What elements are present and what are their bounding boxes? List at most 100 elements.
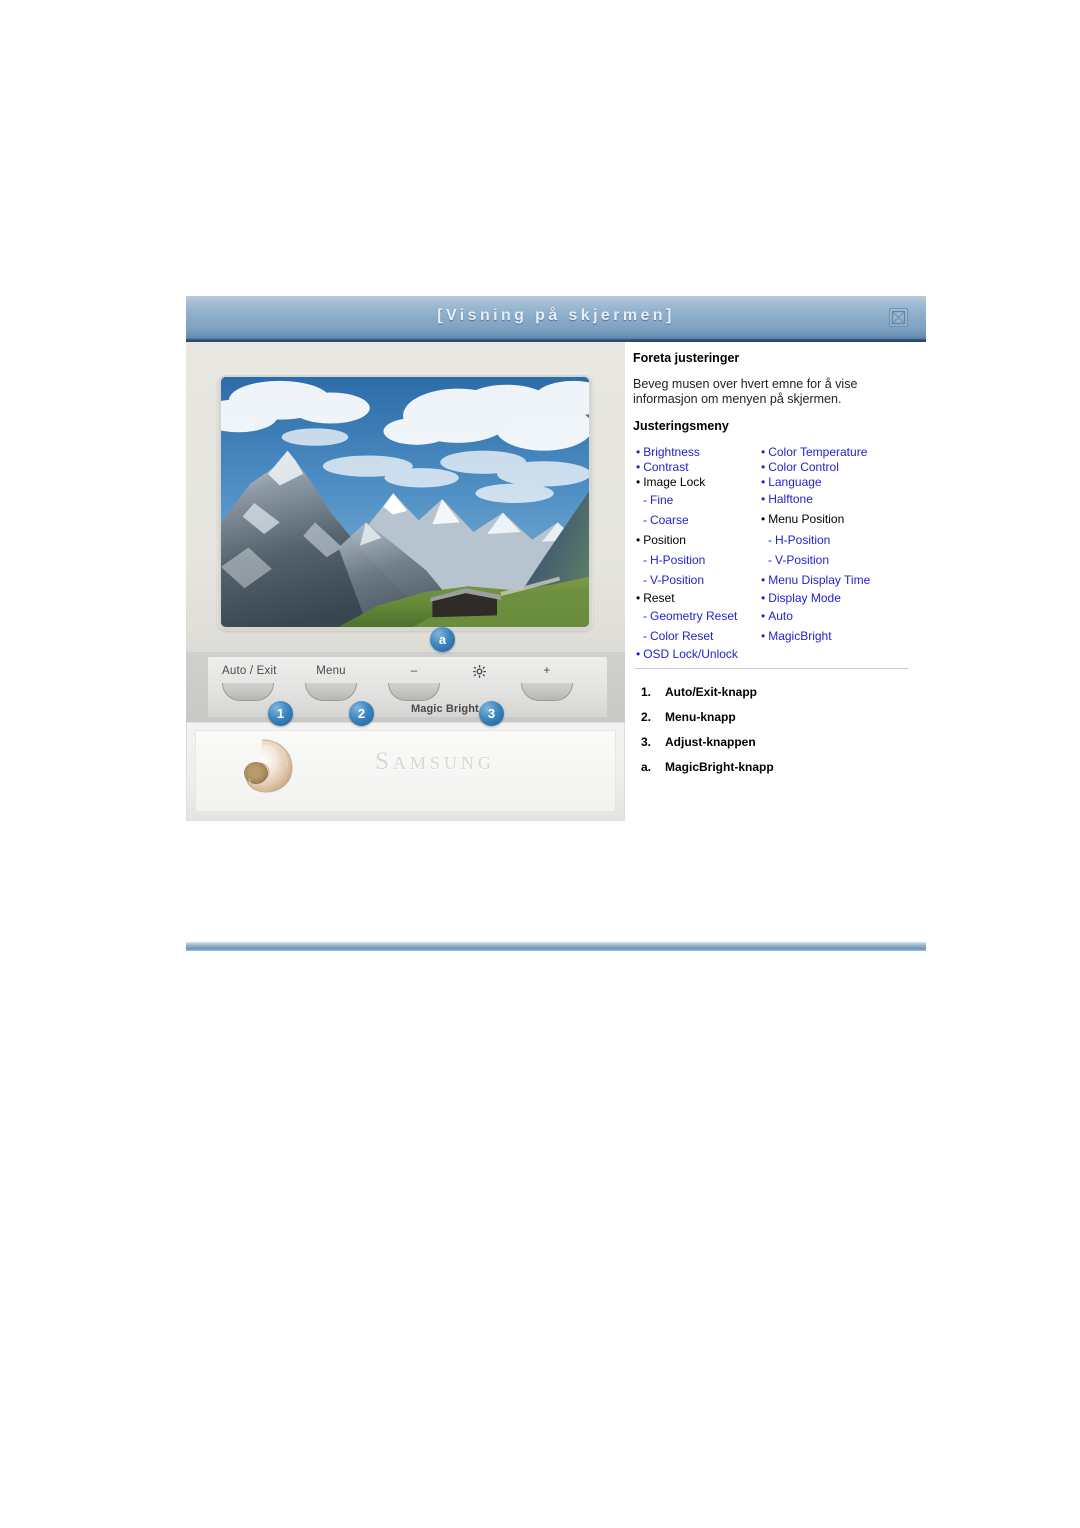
legend-number: 1.	[641, 685, 652, 699]
menu-item[interactable]: - V-Position	[761, 554, 829, 566]
menu-item-label: Position	[643, 533, 686, 547]
panel-subheading: Justeringsmeny	[633, 419, 729, 433]
dash-marker-icon: -	[643, 513, 647, 527]
menu-item-label[interactable]: Halftone	[768, 492, 813, 506]
menu-item-label[interactable]: Menu Display Time	[768, 573, 870, 587]
panel-divider	[635, 668, 908, 669]
legend-label: MagicBright-knapp	[665, 760, 774, 774]
menu-item-label[interactable]: Coarse	[650, 513, 689, 527]
menu-item-label[interactable]: H-Position	[775, 533, 830, 547]
bullet-marker-icon: •	[761, 573, 766, 587]
menu-label: Menu	[316, 665, 346, 677]
menu-item-label[interactable]: V-Position	[650, 573, 704, 587]
menu-item[interactable]: - H-Position	[636, 554, 705, 566]
menu-item[interactable]: - V-Position	[636, 574, 704, 586]
menu-item[interactable]: - H-Position	[761, 534, 830, 546]
menu-item[interactable]: • Halftone	[761, 493, 813, 505]
menu-item[interactable]: - Coarse	[636, 514, 689, 526]
menu-item[interactable]: • Menu Display Time	[761, 574, 870, 586]
menu-item[interactable]: • OSD Lock/Unlock	[636, 648, 738, 660]
legend-number: a.	[641, 760, 652, 774]
bullet-marker-icon: •	[761, 460, 766, 474]
menu-item[interactable]: • Display Mode	[761, 592, 841, 604]
bullet-marker-icon: •	[761, 512, 766, 526]
menu-item-label[interactable]: Color Temperature	[768, 445, 867, 459]
menu-item-label[interactable]: Color Reset	[650, 629, 713, 643]
bullet-marker-icon: •	[636, 647, 641, 661]
dash-marker-icon: -	[643, 493, 647, 507]
brand-wordmark: Samsung	[375, 748, 495, 775]
menu-item-label: Reset	[643, 591, 675, 605]
monitor-control-strip: Auto / Exit Menu – + Magic Bright a 1 2 …	[186, 627, 625, 726]
panel-heading: Foreta justeringer	[633, 351, 740, 365]
dash-marker-icon: -	[643, 629, 647, 643]
menu-item-label[interactable]: OSD Lock/Unlock	[643, 647, 738, 661]
menu-item[interactable]: • Language	[761, 476, 822, 488]
brightness-gear-icon	[453, 665, 505, 679]
menu-item[interactable]: • Contrast	[636, 461, 689, 473]
menu-item-label: Menu Position	[768, 512, 845, 526]
legend-row: a. MagicBright-knapp	[633, 760, 912, 774]
bullet-marker-icon: •	[761, 629, 766, 643]
menu-item-label[interactable]: Geometry Reset	[650, 609, 737, 623]
legend-label: Menu-knapp	[665, 710, 736, 724]
bullet-marker-icon: •	[636, 533, 641, 547]
menu-item[interactable]: • MagicBright	[761, 630, 832, 642]
dash-marker-icon: -	[643, 609, 647, 623]
menu-item-label[interactable]: Auto	[768, 609, 793, 623]
menu-item[interactable]: - Geometry Reset	[636, 610, 737, 622]
menu-item-label[interactable]: Display Mode	[768, 591, 841, 605]
plus-icon: +	[543, 665, 551, 677]
menu-item[interactable]: - Fine	[636, 494, 673, 506]
window-title-bar: [Visning på skjermen]	[186, 296, 926, 342]
menu-cap	[305, 683, 357, 701]
dash-marker-icon: -	[768, 553, 772, 567]
menu-item-label[interactable]: H-Position	[650, 553, 705, 567]
menu-item-label[interactable]: Brightness	[643, 445, 700, 459]
nautilus-shell-logo-icon	[229, 737, 295, 795]
dash-marker-icon: -	[768, 533, 772, 547]
auto-exit-cap	[222, 683, 274, 701]
badge-2[interactable]: 2	[349, 701, 374, 726]
monitor-bezel	[186, 342, 625, 652]
bullet-marker-icon: •	[636, 445, 641, 459]
panel-paragraph: Beveg musen over hvert emne for å vise i…	[633, 377, 858, 406]
menu-item[interactable]: • Auto	[761, 610, 793, 622]
menu-item-label[interactable]: Contrast	[643, 460, 688, 474]
close-icon[interactable]	[889, 308, 908, 327]
menu-item-label[interactable]: Fine	[650, 493, 673, 507]
badge-a[interactable]: a	[430, 627, 455, 652]
minus-button[interactable]: –	[388, 665, 440, 701]
bullet-marker-icon: •	[761, 492, 766, 506]
legend-label: Adjust-knappen	[665, 735, 756, 749]
menu-item[interactable]: • Color Temperature	[761, 446, 867, 458]
menu-item-label[interactable]: MagicBright	[768, 629, 831, 643]
menu-item: • Image Lock	[636, 476, 705, 488]
osd-help-window: [Visning på skjermen] Auto / Exit Menu –…	[186, 296, 926, 885]
brightness-button[interactable]	[453, 665, 505, 701]
menu-item[interactable]: • Brightness	[636, 446, 700, 458]
bullet-marker-icon: •	[761, 475, 766, 489]
window-title: [Visning på skjermen]	[437, 307, 675, 324]
menu-item-label[interactable]: Color Control	[768, 460, 839, 474]
monitor-illustration: Auto / Exit Menu – + Magic Bright a 1 2 …	[186, 342, 625, 885]
monitor-lower-bezel: Samsung	[186, 722, 625, 821]
menu-item[interactable]: - Color Reset	[636, 630, 713, 642]
badge-3[interactable]: 3	[479, 701, 504, 726]
menu-button[interactable]: Menu	[305, 665, 357, 701]
bullet-marker-icon: •	[636, 475, 641, 489]
menu-item: • Position	[636, 534, 686, 546]
plus-button[interactable]: +	[521, 665, 573, 701]
magic-bright-label: Magic Bright	[411, 703, 479, 715]
badge-1[interactable]: 1	[268, 701, 293, 726]
menu-item[interactable]: • Color Control	[761, 461, 839, 473]
auto-exit-label: Auto / Exit	[222, 665, 277, 677]
menu-item-label: Image Lock	[643, 475, 706, 489]
monitor-screen-photo	[221, 377, 589, 627]
bullet-marker-icon: •	[636, 591, 641, 605]
menu-item-label[interactable]: Language	[768, 475, 821, 489]
menu-item-label[interactable]: V-Position	[775, 553, 829, 567]
auto-exit-button[interactable]: Auto / Exit	[222, 665, 277, 701]
button-legend-list: 1. Auto/Exit-knapp 2. Menu-knapp 3. Adjust-kn…	[633, 685, 912, 774]
legend-label: Auto/Exit-knapp	[665, 685, 757, 699]
